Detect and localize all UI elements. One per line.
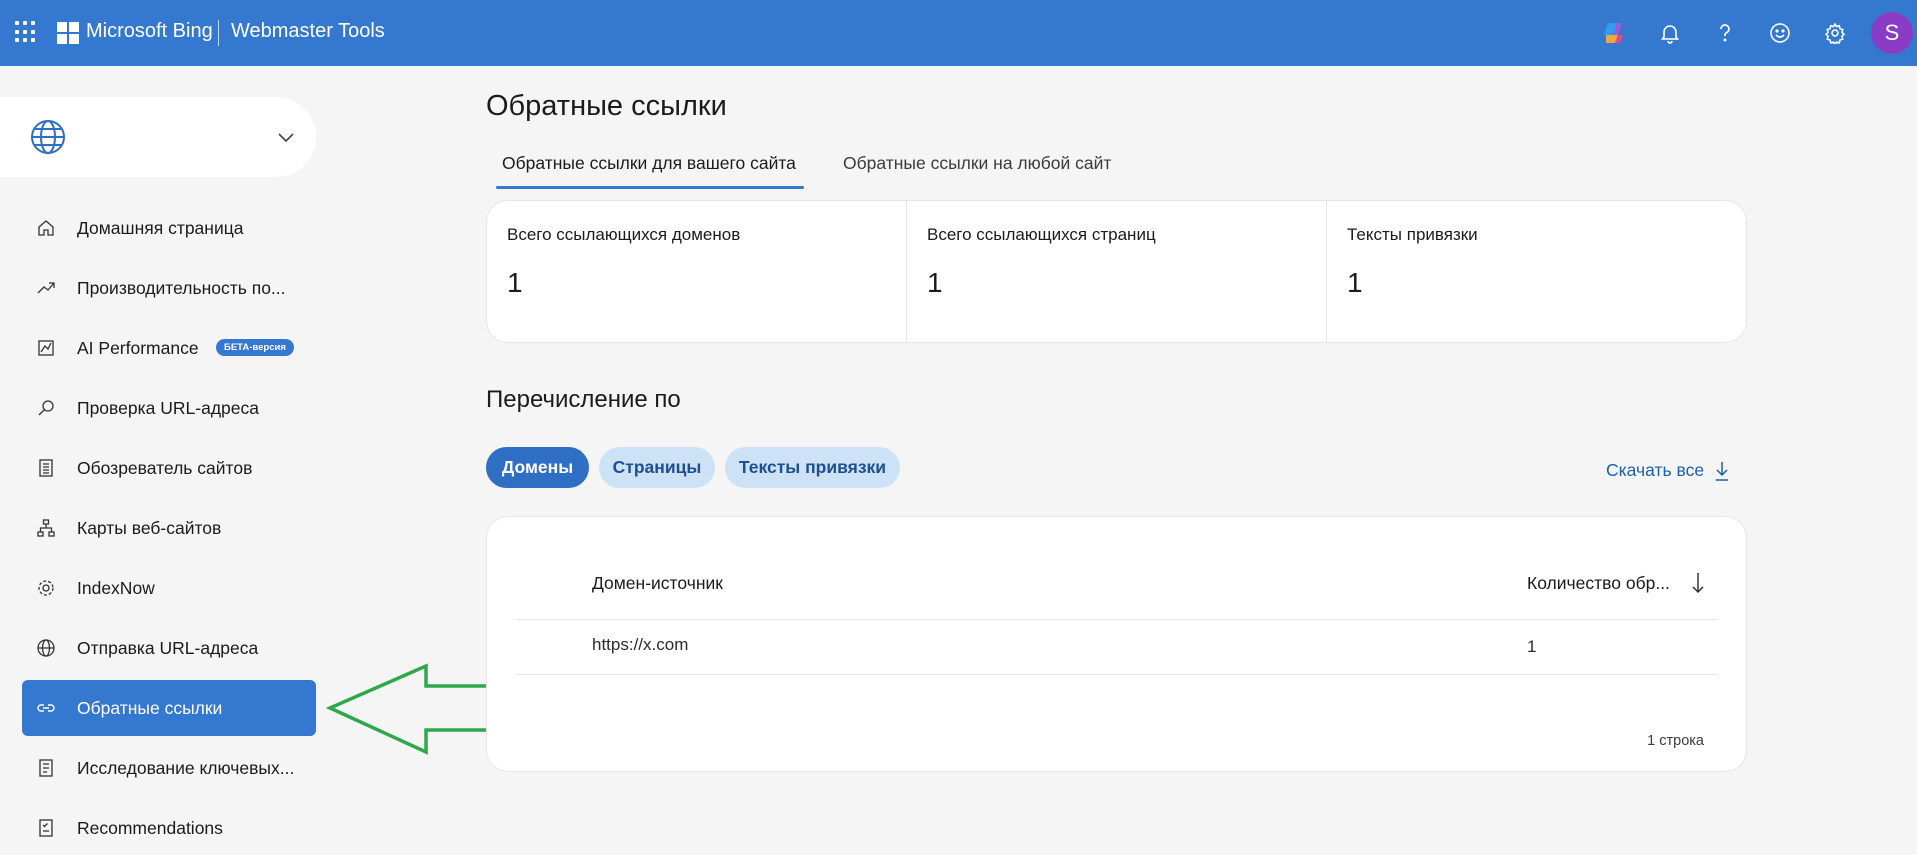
sidebar-item-site-explorer[interactable]: Обозреватель сайтов	[22, 440, 316, 496]
list-icon	[39, 459, 53, 477]
stat-referring-pages: Всего ссылающихся страниц 1	[907, 201, 1327, 342]
sidebar-item-search-performance[interactable]: Производительность по...	[22, 260, 316, 316]
copilot-icon[interactable]	[1598, 17, 1630, 49]
sidebar-item-backlinks[interactable]: Обратные ссылки	[22, 680, 316, 736]
stat-value: 1	[507, 267, 523, 298]
sidebar-item-label: AI Performance	[77, 338, 199, 358]
search-icon	[38, 400, 54, 416]
site-selector-dropdown[interactable]	[0, 97, 316, 177]
chevron-down-icon	[278, 133, 294, 143]
sidebar-item-url-inspection[interactable]: Проверка URL-адреса	[22, 380, 316, 436]
stat-value: 1	[1347, 267, 1363, 298]
brand-name[interactable]: Microsoft Bing	[86, 20, 213, 43]
product-name[interactable]: Webmaster Tools	[231, 20, 385, 43]
sidebar-item-label: Проверка URL-адреса	[77, 398, 259, 418]
sitemap-icon	[37, 519, 55, 537]
stat-label: Всего ссылающихся страниц	[927, 225, 1156, 244]
source-domain-cell[interactable]: https://x.com	[592, 635, 688, 655]
sidebar-item-indexnow[interactable]: IndexNow	[22, 560, 316, 616]
backlink-count-cell: 1	[1527, 637, 1537, 656]
user-avatar[interactable]: S	[1871, 12, 1913, 54]
microsoft-logo-icon	[57, 22, 79, 44]
sidebar-item-label: Домашняя страница	[77, 218, 244, 238]
sidebar-item-label: Recommendations	[77, 818, 223, 838]
sidebar-item-keyword-research[interactable]: Исследование ключевых...	[22, 740, 316, 796]
help-icon[interactable]	[1709, 17, 1741, 49]
trend-icon	[37, 282, 55, 294]
column-header-backlink-count[interactable]: Количество обр...	[1527, 573, 1670, 594]
sidebar-item-sitemaps[interactable]: Карты веб-сайтов	[22, 500, 316, 556]
stat-referring-domains: Всего ссылающихся доменов 1	[487, 201, 907, 342]
sort-descending-icon[interactable]	[1690, 571, 1706, 595]
page-title: Обратные ссылки	[486, 90, 727, 122]
bell-icon[interactable]	[1654, 17, 1686, 49]
brand-divider	[218, 20, 219, 46]
sidebar-item-label: Обратные ссылки	[77, 698, 223, 718]
app-launcher-icon[interactable]	[15, 21, 37, 43]
sidebar-item-label: Карты веб-сайтов	[77, 518, 222, 538]
download-all-label: Скачать все	[1606, 460, 1705, 480]
feedback-smiley-icon[interactable]	[1764, 17, 1796, 49]
stat-anchor-texts: Тексты привязки 1	[1327, 201, 1746, 342]
sidebar-item-ai-performance[interactable]: AI Performance БЕТА-версия	[22, 320, 316, 376]
document-icon	[39, 759, 53, 777]
stat-label: Тексты привязки	[1347, 225, 1478, 244]
row-count-label: 1 строка	[1647, 733, 1704, 749]
tab-any-site-backlinks[interactable]: Обратные ссылки на любой сайт	[843, 153, 1111, 174]
home-icon	[38, 220, 54, 236]
header-divider	[517, 619, 1718, 620]
stat-label: Всего ссылающихся доменов	[507, 225, 741, 244]
globe-icon	[31, 120, 65, 154]
filter-domains-button[interactable]: Домены	[486, 447, 589, 488]
section-title: Перечисление по	[486, 386, 681, 413]
beta-badge: БЕТА-версия	[216, 339, 294, 356]
globe-icon	[37, 639, 55, 657]
link-icon	[37, 704, 55, 712]
backlinks-table: Домен-источник Количество обр... https:/…	[486, 516, 1747, 772]
sidebar-item-label: Производительность по...	[77, 278, 286, 298]
sidebar-item-label: IndexNow	[77, 578, 155, 598]
sidebar-item-url-submission[interactable]: Отправка URL-адреса	[22, 620, 316, 676]
gear-icon	[38, 580, 54, 596]
sidebar-nav: Домашняя страница Производительность по.…	[22, 200, 316, 855]
filter-pages-button[interactable]: Страницы	[599, 447, 715, 488]
settings-gear-icon[interactable]	[1819, 17, 1851, 49]
download-all-button[interactable]: Скачать все	[1606, 460, 1730, 481]
sidebar-item-recommendations[interactable]: Recommendations	[22, 800, 316, 855]
sidebar-item-label: Обозреватель сайтов	[77, 458, 253, 478]
checklist-icon	[39, 819, 53, 837]
top-header-bar: Microsoft Bing Webmaster Tools S	[0, 0, 1917, 66]
download-icon	[1716, 461, 1729, 481]
stat-value: 1	[927, 267, 943, 298]
filter-anchor-texts-button[interactable]: Тексты привязки	[725, 447, 900, 488]
active-tab-indicator	[496, 186, 804, 189]
sidebar-item-label: Отправка URL-адреса	[77, 638, 259, 658]
column-header-source-domain[interactable]: Домен-источник	[592, 573, 723, 594]
chart-icon	[38, 340, 54, 356]
sidebar-item-home[interactable]: Домашняя страница	[22, 200, 316, 256]
stats-card: Всего ссылающихся доменов 1 Всего ссылаю…	[486, 200, 1747, 343]
row-divider	[517, 674, 1718, 675]
sidebar-item-label: Исследование ключевых...	[77, 758, 295, 778]
tab-your-site-backlinks[interactable]: Обратные ссылки для вашего сайта	[502, 153, 796, 174]
